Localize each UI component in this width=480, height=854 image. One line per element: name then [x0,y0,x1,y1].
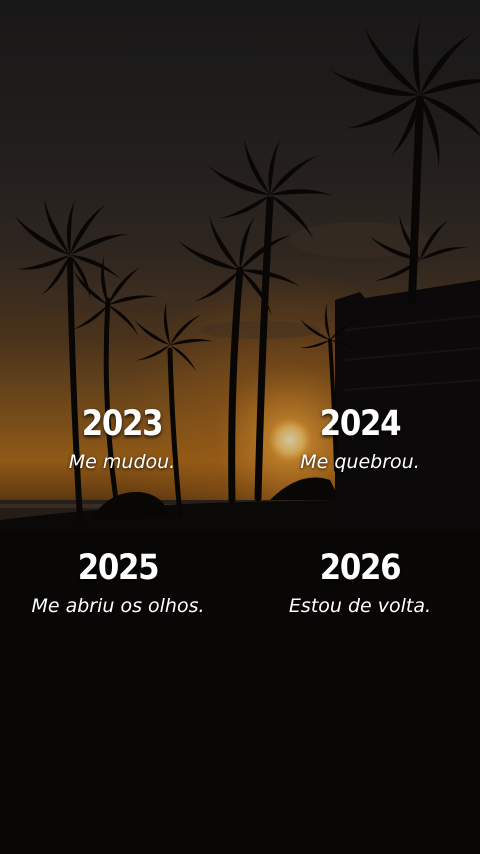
year-label: 2026 [319,548,402,588]
year-label: 2025 [77,548,160,588]
year-label: 2023 [81,404,164,444]
caption-text: Me quebrou. [300,451,420,473]
entry-2024: 2024 Me quebrou. [250,404,470,474]
entry-2026: 2026 Estou de volta. [250,548,470,618]
entry-2023: 2023 Me mudou. [12,404,232,474]
caption-text: Me mudou. [68,451,176,473]
year-label: 2024 [319,404,402,444]
caption-text: Estou de volta. [288,595,432,617]
entry-2025: 2025 Me abriu os olhos. [8,548,228,618]
caption-text: Me abriu os olhos. [31,595,205,617]
sunset-photo-background: 2023 Me mudou. 2024 Me quebrou. 2025 Me … [0,0,480,854]
